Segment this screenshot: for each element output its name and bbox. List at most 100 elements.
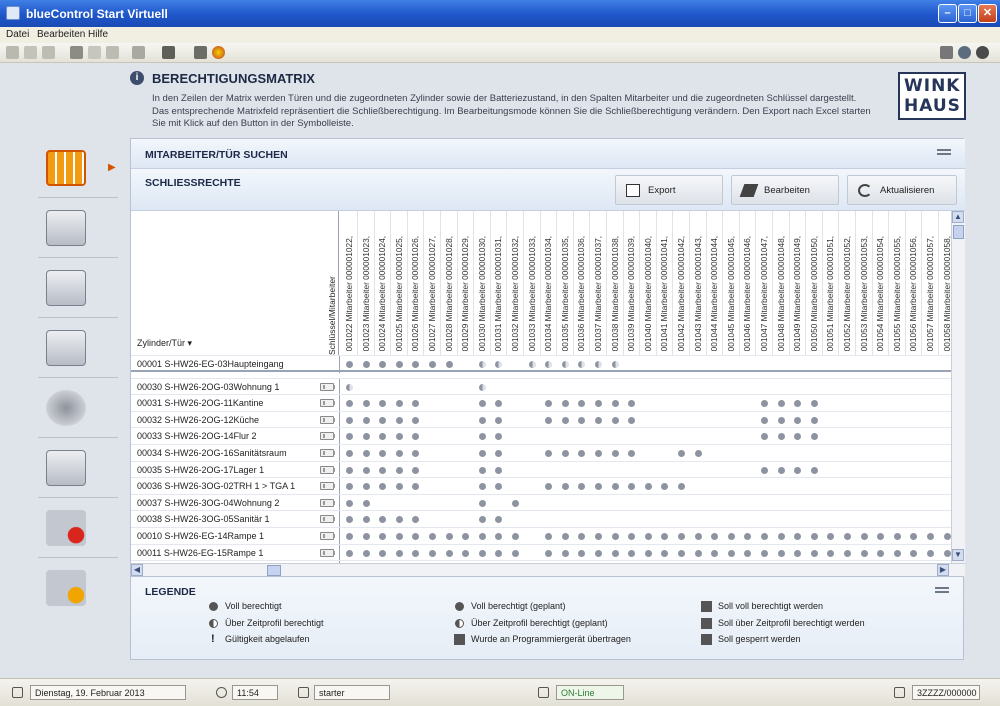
permission-dot[interactable] <box>379 466 387 474</box>
permission-dot[interactable] <box>379 483 387 491</box>
permission-dot[interactable] <box>578 483 586 491</box>
table-row[interactable]: 00033 S-HW26-2OG-14Flur 2 <box>131 427 951 446</box>
permission-dot[interactable] <box>578 549 586 557</box>
permission-dot[interactable] <box>578 533 586 540</box>
permission-dot[interactable] <box>412 549 420 557</box>
column-header[interactable]: 001048 Mitarbeiter 000001048, <box>773 211 790 355</box>
table-row[interactable]: 00034 S-HW26-2OG-16Sanitätsraum <box>131 444 951 462</box>
permission-dot[interactable] <box>412 483 420 491</box>
permission-dot[interactable] <box>844 533 851 540</box>
permission-dot[interactable] <box>478 416 486 424</box>
permission-dot[interactable] <box>445 533 453 540</box>
permission-dot[interactable] <box>794 433 802 441</box>
permission-dot[interactable] <box>445 361 453 368</box>
permission-dot[interactable] <box>362 466 370 474</box>
permission-dot[interactable] <box>827 533 835 540</box>
lock-icon[interactable] <box>194 46 207 59</box>
permission-dot[interactable] <box>595 533 602 540</box>
permission-dot[interactable] <box>794 400 802 408</box>
permission-dot[interactable] <box>346 549 353 557</box>
table-row[interactable]: 00011 S-HW26-EG-15Rampe 1 <box>131 543 951 562</box>
permission-dot[interactable] <box>761 533 768 540</box>
permission-dot[interactable] <box>661 533 669 540</box>
permission-dot[interactable] <box>595 400 602 408</box>
sidebar-item-sync-error[interactable] <box>38 500 118 558</box>
row-header-label[interactable]: Zylinder/Tür ▾ <box>137 338 192 349</box>
permission-dot[interactable] <box>395 400 403 408</box>
permission-dot[interactable] <box>595 450 602 457</box>
permission-dot[interactable] <box>379 549 387 557</box>
column-header[interactable]: 001035 Mitarbeiter 000001035, <box>557 211 574 355</box>
permission-dot[interactable] <box>628 416 636 424</box>
permission-dot[interactable] <box>561 549 569 557</box>
permission-dot[interactable] <box>761 400 768 408</box>
column-header[interactable]: 001031 Mitarbeiter 000001031, <box>490 211 508 355</box>
export-toolbar-icon[interactable] <box>162 46 175 59</box>
permission-dot[interactable] <box>595 483 602 491</box>
permission-dot[interactable] <box>412 516 420 524</box>
column-header[interactable]: 001037 Mitarbeiter 000001037, <box>590 211 607 355</box>
scroll-right-icon[interactable]: ▶ <box>937 564 949 576</box>
column-header[interactable]: 001051 Mitarbeiter 000001051, <box>822 211 840 355</box>
scroll-left-icon[interactable]: ◀ <box>131 564 143 576</box>
column-header[interactable]: 001026 Mitarbeiter 000001026, <box>407 211 425 355</box>
permission-dot[interactable] <box>893 549 901 557</box>
column-header[interactable]: 001038 Mitarbeiter 000001038, <box>607 211 624 355</box>
permission-dot[interactable] <box>346 361 353 368</box>
permission-dot[interactable] <box>495 533 503 540</box>
permission-dot[interactable] <box>644 483 652 491</box>
permission-dot[interactable] <box>379 450 387 457</box>
permission-dot[interactable] <box>379 416 387 424</box>
permission-dot[interactable] <box>429 361 436 368</box>
sidebar-item-reports[interactable] <box>38 440 118 498</box>
table-row[interactable]: 00035 S-HW26-2OG-17Lager 1 <box>131 460 951 479</box>
permission-dot[interactable] <box>362 416 370 424</box>
column-header[interactable]: 001023 Mitarbeiter 000001023, <box>358 211 375 355</box>
permission-dot[interactable] <box>362 450 370 457</box>
permission-dot[interactable] <box>678 549 685 557</box>
permission-dot[interactable] <box>362 549 370 557</box>
permission-dot[interactable] <box>595 416 602 424</box>
permission-dot[interactable] <box>395 361 403 368</box>
permission-dot[interactable] <box>810 433 818 441</box>
permission-dot[interactable] <box>794 416 802 424</box>
table-row[interactable]: 00036 S-HW26-3OG-02TRH 1 > TGA 1 <box>131 477 951 496</box>
column-header[interactable]: 001028 Mitarbeiter 000001028, <box>441 211 458 355</box>
column-header[interactable]: 001034 Mitarbeiter 000001034, <box>540 211 558 355</box>
permission-dot[interactable] <box>727 533 735 540</box>
save-icon[interactable] <box>88 46 101 59</box>
time-profile-dot[interactable] <box>346 383 353 391</box>
permission-dot[interactable] <box>362 533 370 540</box>
time-profile-dot[interactable] <box>478 361 486 368</box>
permission-dot[interactable] <box>595 549 602 557</box>
permission-dot[interactable] <box>412 400 420 408</box>
column-header[interactable]: 001039 Mitarbeiter 000001039, <box>623 211 641 355</box>
cut-icon[interactable] <box>24 46 37 59</box>
permission-dot[interactable] <box>561 400 569 408</box>
permission-matrix[interactable]: Zylinder/Tür ▾ Schlüssel/Mitarbeiter 001… <box>131 211 965 563</box>
permission-dot[interactable] <box>644 533 652 540</box>
permission-dot[interactable] <box>561 416 569 424</box>
permission-dot[interactable] <box>379 516 387 524</box>
column-header[interactable]: 001055 Mitarbeiter 000001055, <box>889 211 906 355</box>
permission-dot[interactable] <box>346 400 353 408</box>
permission-dot[interactable] <box>611 483 619 491</box>
copy-icon[interactable] <box>42 46 55 59</box>
column-header[interactable]: 001032 Mitarbeiter 000001032, <box>507 211 524 355</box>
column-header-label[interactable]: Schlüssel/Mitarbeiter <box>327 251 339 355</box>
table-row[interactable]: 00032 S-HW26-2OG-12Küche <box>131 410 951 429</box>
permission-dot[interactable] <box>362 499 370 507</box>
permission-dot[interactable] <box>495 416 503 424</box>
permission-dot[interactable] <box>412 433 420 441</box>
permission-dot[interactable] <box>545 549 553 557</box>
permission-dot[interactable] <box>943 533 951 540</box>
permission-dot[interactable] <box>478 516 486 524</box>
permission-dot[interactable] <box>346 516 353 524</box>
permission-dot[interactable] <box>561 450 569 457</box>
permission-dot[interactable] <box>429 549 436 557</box>
menu-bearbeiten[interactable]: Bearbeiten <box>37 29 85 40</box>
permission-dot[interactable] <box>395 549 403 557</box>
permission-dot[interactable] <box>478 466 486 474</box>
sidebar-item-matrix[interactable]: ▶ <box>38 140 118 198</box>
permission-dot[interactable] <box>777 549 785 557</box>
